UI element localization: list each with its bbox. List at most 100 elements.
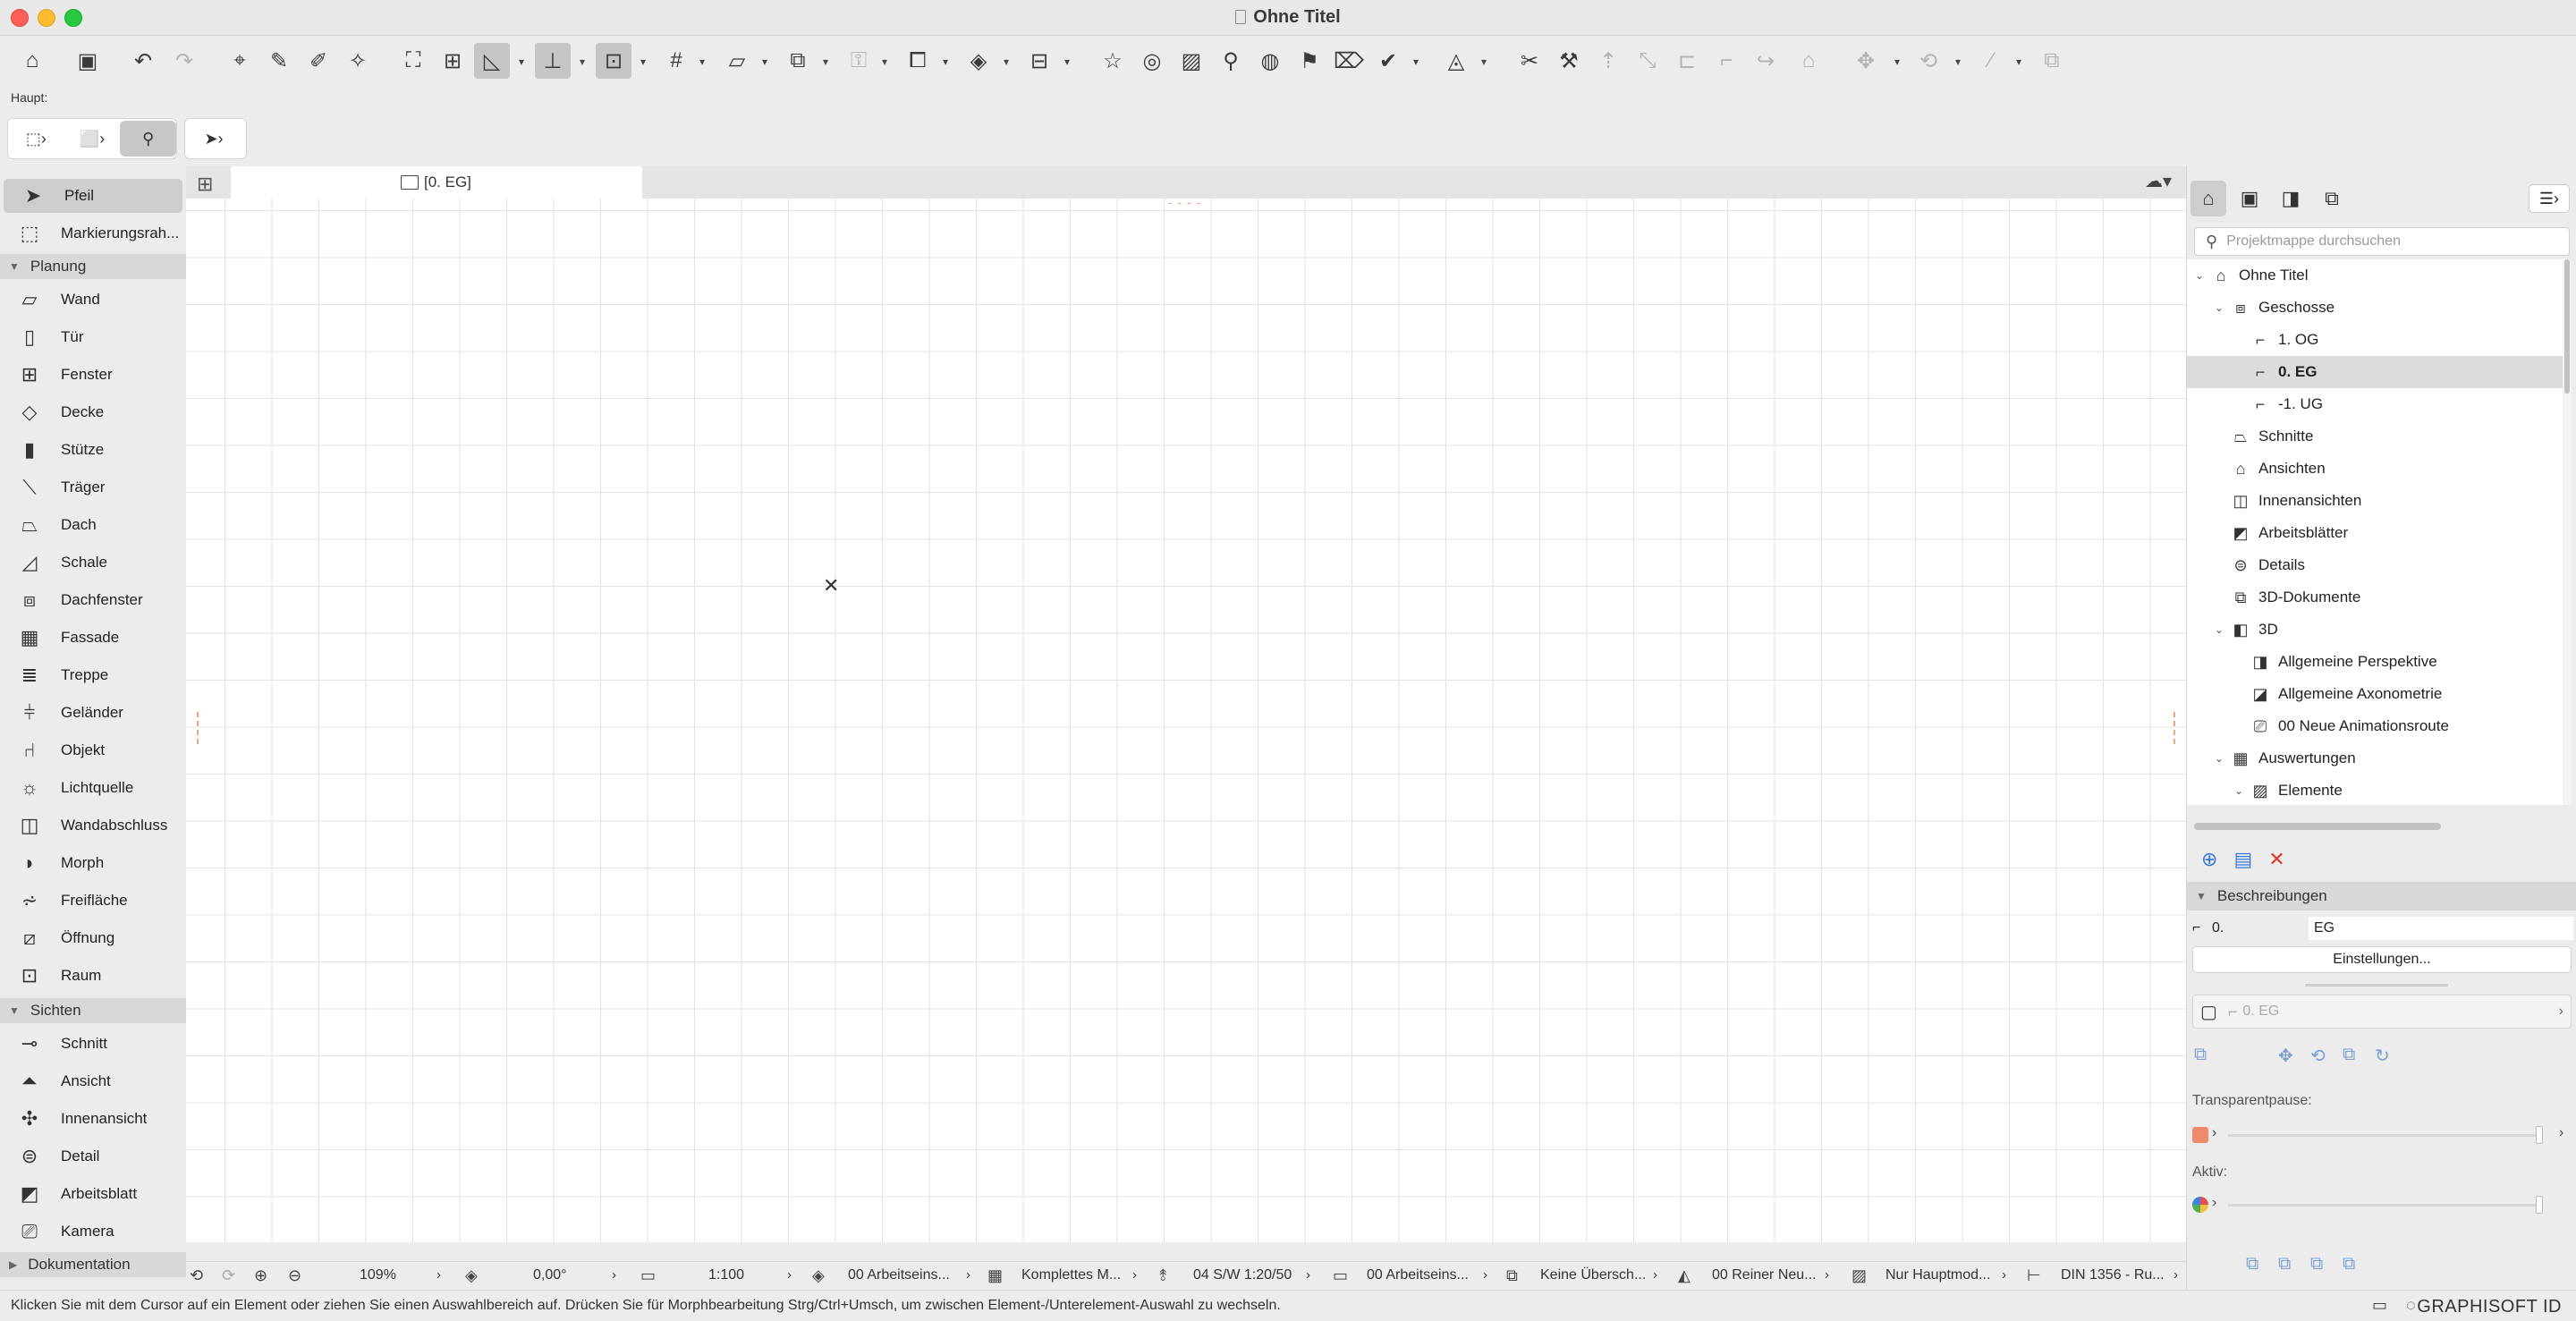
dimension-standard-caret[interactable]: › xyxy=(2174,1267,2178,1283)
tool-fenster[interactable]: ⊞ Fenster xyxy=(0,358,186,392)
chevron-right-icon[interactable]: › xyxy=(2559,1125,2563,1141)
tree-node-root[interactable]: ⌄ ⌂ Ohne Titel xyxy=(2187,259,2563,292)
tool-traeger[interactable]: ⟍ Träger xyxy=(0,470,186,504)
trace-reference-icon[interactable]: ⧉ xyxy=(2194,1045,2207,1065)
structure-display-caret[interactable]: › xyxy=(2002,1267,2006,1283)
snap-points-menu-caret[interactable]: ▾ xyxy=(640,55,646,68)
group-menu-caret[interactable]: ▾ xyxy=(943,55,948,68)
intersect-icon[interactable]: ⊏ xyxy=(1669,43,1705,79)
chevron-right-icon[interactable]: › xyxy=(2212,1195,2216,1211)
trace-reference-icon[interactable]: ⚲ xyxy=(1213,43,1249,79)
renovation-menu-caret[interactable]: ▾ xyxy=(1481,55,1487,68)
delete-icon[interactable]: ✕ xyxy=(2268,848,2284,873)
tool-treppe[interactable]: ≣ Treppe xyxy=(0,658,186,692)
rotation-icon[interactable]: ◈ xyxy=(465,1266,478,1285)
user-icon[interactable]: ◌ xyxy=(2406,1296,2416,1315)
tool-innenansicht[interactable]: ✣ Innenansicht xyxy=(0,1102,186,1136)
renovation-icon[interactable]: ◬ xyxy=(1438,43,1474,79)
trace-tool-icon[interactable]: ⧉ xyxy=(2246,1254,2258,1274)
find-select-icon[interactable]: ⌖ xyxy=(222,43,258,79)
tree-node-perspektive[interactable]: ◨ Allgemeine Perspektive xyxy=(2187,646,2563,678)
tool-arrow[interactable]: ➤ Pfeil xyxy=(4,179,182,213)
transparency-color-swatch[interactable] xyxy=(2192,1127,2208,1143)
color-wheel-icon[interactable] xyxy=(2192,1197,2208,1213)
dimension-icon[interactable]: ⊞ xyxy=(435,43,470,79)
curve-icon[interactable]: ↪ xyxy=(1748,43,1784,79)
swap-reference-icon[interactable]: ⧉ xyxy=(2343,1045,2355,1065)
pen-set-caret[interactable]: › xyxy=(1306,1267,1310,1283)
compare-icon[interactable]: ⧉ xyxy=(2278,1254,2291,1274)
view-map-icon[interactable]: ▣ xyxy=(2232,181,2267,216)
scale-menu-caret[interactable]: › xyxy=(787,1267,792,1283)
grid-snap-icon[interactable]: # xyxy=(658,43,694,79)
magic-wand-icon[interactable]: ✧ xyxy=(340,43,376,79)
override-value[interactable]: Keine Übersch... xyxy=(1540,1267,1646,1283)
tree-node-story-minus-1-ug[interactable]: ⌐ -1. UG xyxy=(2187,388,2563,420)
model-view-value[interactable]: Komplettes M... xyxy=(1021,1267,1121,1283)
story-name-field[interactable]: EG xyxy=(2309,917,2573,940)
resize-icon[interactable]: ⤡ xyxy=(1630,43,1665,79)
property-manager-icon[interactable]: ⚑ xyxy=(1292,43,1327,79)
tree-horizontal-scrollbar[interactable] xyxy=(2194,823,2441,830)
align-icon[interactable]: ◈ xyxy=(961,43,996,79)
select-partial-icon[interactable]: ⬚› xyxy=(8,121,64,157)
tree-vertical-scrollbar[interactable] xyxy=(2563,259,2572,805)
snap-points-icon[interactable]: ⊡ xyxy=(596,43,631,79)
search-input[interactable] xyxy=(2226,233,2549,250)
transparency-slider-track[interactable] xyxy=(2228,1134,2541,1137)
tool-tuer[interactable]: ▯ Tür xyxy=(0,320,186,354)
layer-combination-value[interactable]: 00 Arbeitseins... xyxy=(848,1267,950,1283)
override-caret[interactable]: › xyxy=(1653,1267,1657,1283)
tool-stuetze[interactable]: ▮ Stütze xyxy=(0,433,186,467)
quick-selection-icon[interactable]: ⚲ xyxy=(120,121,177,157)
home-icon[interactable]: ⌂ xyxy=(14,43,50,79)
structure-display-value[interactable]: Nur Hauptmod... xyxy=(1885,1267,1990,1283)
view-settings-icon[interactable]: ▤ xyxy=(2233,848,2252,873)
mirror-icon[interactable]: ⁄ xyxy=(1973,43,2009,79)
tool-detail[interactable]: ⊜ Detail xyxy=(0,1139,186,1173)
tool-schnitt[interactable]: ⊸ Schnitt xyxy=(0,1027,186,1061)
tool-wandabschluss[interactable]: ◫ Wandabschluss xyxy=(0,809,186,843)
attributes-icon[interactable]: ▨ xyxy=(1174,43,1209,79)
tool-lichtquelle[interactable]: ☼ Lichtquelle xyxy=(0,771,186,805)
active-view-row[interactable]: ▢ ⌐ 0. EG › xyxy=(2192,995,2572,1029)
renovation-filter-icon[interactable]: ◭ xyxy=(1678,1266,1690,1285)
roof-trim-icon[interactable]: ⌂ xyxy=(1791,43,1826,79)
tree-node-3d[interactable]: ⌄ ◧ 3D xyxy=(2187,614,2563,646)
section-sichten[interactable]: ▼ Sichten xyxy=(0,998,186,1023)
zoom-previous-icon[interactable]: ⟲ xyxy=(190,1266,203,1285)
fit-in-window-icon[interactable]: ⊖ xyxy=(288,1266,301,1285)
rotate-reference-icon[interactable]: ⟲ xyxy=(2310,1045,2326,1067)
tool-dach[interactable]: ⏢ Dach xyxy=(0,508,186,542)
tool-marquee[interactable]: ⬚ Markierungsrah... xyxy=(0,216,186,250)
zoom-value[interactable]: 109% xyxy=(360,1267,396,1283)
layer-combination-icon[interactable]: ◈ xyxy=(812,1266,825,1285)
check-icon[interactable]: ✔ xyxy=(1370,43,1406,79)
tool-morph[interactable]: ◗ Morph xyxy=(0,846,186,880)
layer-combination-caret[interactable]: › xyxy=(966,1267,970,1283)
rotate-menu-caret[interactable]: ▾ xyxy=(1955,55,1961,68)
tool-ansicht[interactable]: ⏶ Ansicht xyxy=(0,1064,186,1098)
tool-oeffnung[interactable]: ⧄ Öffnung xyxy=(0,921,186,955)
redo-icon[interactable]: ↷ xyxy=(166,43,202,79)
adjust-icon[interactable]: ⚒ xyxy=(1551,43,1587,79)
label-icon[interactable]: ⌦ xyxy=(1331,43,1367,79)
tree-node-arbeitsblaetter[interactable]: ◩ Arbeitsblätter xyxy=(2187,517,2563,549)
window-toggle-icon[interactable]: ▭ xyxy=(2372,1296,2387,1315)
check-menu-caret[interactable]: ▾ xyxy=(1413,55,1419,68)
tree-node-geschosse[interactable]: ⌄ ⧈ Geschosse xyxy=(2187,292,2563,324)
gravity-menu-caret[interactable]: ▾ xyxy=(823,55,828,68)
tool-wand[interactable]: ▱ Wand xyxy=(0,283,186,317)
move-reference-icon[interactable]: ✥ xyxy=(2278,1045,2293,1067)
settings-button[interactable]: Einstellungen... xyxy=(2192,946,2572,973)
tool-schale[interactable]: ◿ Schale xyxy=(0,546,186,580)
tool-raum[interactable]: ⊡ Raum xyxy=(0,959,186,993)
zoom-menu-caret[interactable]: › xyxy=(436,1267,441,1283)
tree-node-auswertungen[interactable]: ⌄ ▦ Auswertungen xyxy=(2187,742,2563,775)
suspend-groups-icon[interactable]: ⛶ xyxy=(395,43,431,79)
check-overlay-icon[interactable]: ⧉ xyxy=(2343,1254,2355,1274)
pen-set-icon[interactable]: ⥉ xyxy=(1159,1266,1166,1285)
tree-node-story-0-eg[interactable]: ⌐ 0. EG xyxy=(2187,356,2563,388)
renovation-filter-caret[interactable]: › xyxy=(1825,1267,1829,1283)
fillet-icon[interactable]: ⌐ xyxy=(1708,43,1744,79)
